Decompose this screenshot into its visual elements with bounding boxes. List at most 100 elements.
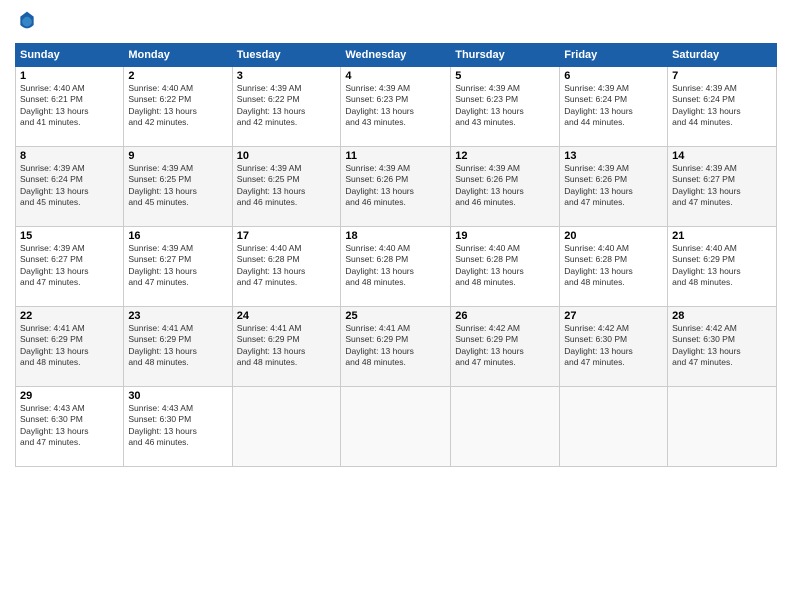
day-number: 15: [20, 230, 119, 242]
calendar-cell: 9Sunrise: 4:39 AMSunset: 6:25 PMDaylight…: [124, 146, 232, 226]
day-number: 1: [20, 70, 119, 82]
day-info: Sunrise: 4:42 AMSunset: 6:30 PMDaylight:…: [564, 323, 663, 369]
day-number: 2: [128, 70, 227, 82]
calendar-cell: 26Sunrise: 4:42 AMSunset: 6:29 PMDayligh…: [451, 306, 560, 386]
day-number: 5: [455, 70, 555, 82]
calendar-cell: 19Sunrise: 4:40 AMSunset: 6:28 PMDayligh…: [451, 226, 560, 306]
day-info: Sunrise: 4:40 AMSunset: 6:28 PMDaylight:…: [564, 243, 663, 289]
day-number: 29: [20, 390, 119, 402]
day-number: 12: [455, 150, 555, 162]
day-number: 7: [672, 70, 772, 82]
calendar-cell: 1Sunrise: 4:40 AMSunset: 6:21 PMDaylight…: [16, 66, 124, 146]
day-number: 13: [564, 150, 663, 162]
day-info: Sunrise: 4:41 AMSunset: 6:29 PMDaylight:…: [20, 323, 119, 369]
day-info: Sunrise: 4:39 AMSunset: 6:23 PMDaylight:…: [345, 83, 446, 129]
day-info: Sunrise: 4:39 AMSunset: 6:25 PMDaylight:…: [128, 163, 227, 209]
calendar-cell: 20Sunrise: 4:40 AMSunset: 6:28 PMDayligh…: [560, 226, 668, 306]
calendar-cell: 17Sunrise: 4:40 AMSunset: 6:28 PMDayligh…: [232, 226, 341, 306]
day-info: Sunrise: 4:39 AMSunset: 6:27 PMDaylight:…: [128, 243, 227, 289]
week-row-5: 29Sunrise: 4:43 AMSunset: 6:30 PMDayligh…: [16, 386, 777, 466]
day-number: 10: [237, 150, 337, 162]
header-thursday: Thursday: [451, 43, 560, 66]
calendar-cell: 23Sunrise: 4:41 AMSunset: 6:29 PMDayligh…: [124, 306, 232, 386]
calendar-cell: 25Sunrise: 4:41 AMSunset: 6:29 PMDayligh…: [341, 306, 451, 386]
day-info: Sunrise: 4:39 AMSunset: 6:27 PMDaylight:…: [672, 163, 772, 209]
day-number: 17: [237, 230, 337, 242]
day-info: Sunrise: 4:39 AMSunset: 6:23 PMDaylight:…: [455, 83, 555, 129]
day-info: Sunrise: 4:40 AMSunset: 6:21 PMDaylight:…: [20, 83, 119, 129]
header-saturday: Saturday: [668, 43, 777, 66]
calendar-cell: 22Sunrise: 4:41 AMSunset: 6:29 PMDayligh…: [16, 306, 124, 386]
day-info: Sunrise: 4:39 AMSunset: 6:22 PMDaylight:…: [237, 83, 337, 129]
calendar-cell: 4Sunrise: 4:39 AMSunset: 6:23 PMDaylight…: [341, 66, 451, 146]
day-info: Sunrise: 4:41 AMSunset: 6:29 PMDaylight:…: [237, 323, 337, 369]
day-number: 22: [20, 310, 119, 322]
day-number: 3: [237, 70, 337, 82]
day-info: Sunrise: 4:42 AMSunset: 6:29 PMDaylight:…: [455, 323, 555, 369]
logo-text: [15, 10, 37, 35]
calendar-header-row: SundayMondayTuesdayWednesdayThursdayFrid…: [16, 43, 777, 66]
calendar-cell: [560, 386, 668, 466]
week-row-3: 15Sunrise: 4:39 AMSunset: 6:27 PMDayligh…: [16, 226, 777, 306]
calendar-cell: 14Sunrise: 4:39 AMSunset: 6:27 PMDayligh…: [668, 146, 777, 226]
calendar-cell: [668, 386, 777, 466]
day-number: 6: [564, 70, 663, 82]
day-number: 19: [455, 230, 555, 242]
day-info: Sunrise: 4:39 AMSunset: 6:26 PMDaylight:…: [455, 163, 555, 209]
day-info: Sunrise: 4:39 AMSunset: 6:24 PMDaylight:…: [20, 163, 119, 209]
day-number: 28: [672, 310, 772, 322]
day-info: Sunrise: 4:40 AMSunset: 6:29 PMDaylight:…: [672, 243, 772, 289]
header-wednesday: Wednesday: [341, 43, 451, 66]
header: [15, 10, 777, 35]
week-row-2: 8Sunrise: 4:39 AMSunset: 6:24 PMDaylight…: [16, 146, 777, 226]
day-number: 24: [237, 310, 337, 322]
calendar-cell: 30Sunrise: 4:43 AMSunset: 6:30 PMDayligh…: [124, 386, 232, 466]
day-number: 23: [128, 310, 227, 322]
day-info: Sunrise: 4:40 AMSunset: 6:28 PMDaylight:…: [455, 243, 555, 289]
day-info: Sunrise: 4:41 AMSunset: 6:29 PMDaylight:…: [345, 323, 446, 369]
calendar-cell: 2Sunrise: 4:40 AMSunset: 6:22 PMDaylight…: [124, 66, 232, 146]
calendar-cell: 8Sunrise: 4:39 AMSunset: 6:24 PMDaylight…: [16, 146, 124, 226]
header-tuesday: Tuesday: [232, 43, 341, 66]
calendar-cell: 3Sunrise: 4:39 AMSunset: 6:22 PMDaylight…: [232, 66, 341, 146]
calendar-cell: 29Sunrise: 4:43 AMSunset: 6:30 PMDayligh…: [16, 386, 124, 466]
calendar-cell: 24Sunrise: 4:41 AMSunset: 6:29 PMDayligh…: [232, 306, 341, 386]
day-number: 16: [128, 230, 227, 242]
calendar-cell: 11Sunrise: 4:39 AMSunset: 6:26 PMDayligh…: [341, 146, 451, 226]
calendar-cell: 21Sunrise: 4:40 AMSunset: 6:29 PMDayligh…: [668, 226, 777, 306]
day-number: 27: [564, 310, 663, 322]
day-number: 18: [345, 230, 446, 242]
day-number: 26: [455, 310, 555, 322]
calendar-cell: 16Sunrise: 4:39 AMSunset: 6:27 PMDayligh…: [124, 226, 232, 306]
week-row-4: 22Sunrise: 4:41 AMSunset: 6:29 PMDayligh…: [16, 306, 777, 386]
day-info: Sunrise: 4:39 AMSunset: 6:26 PMDaylight:…: [564, 163, 663, 209]
day-number: 30: [128, 390, 227, 402]
day-info: Sunrise: 4:40 AMSunset: 6:22 PMDaylight:…: [128, 83, 227, 129]
day-info: Sunrise: 4:39 AMSunset: 6:27 PMDaylight:…: [20, 243, 119, 289]
calendar-cell: 7Sunrise: 4:39 AMSunset: 6:24 PMDaylight…: [668, 66, 777, 146]
day-info: Sunrise: 4:39 AMSunset: 6:26 PMDaylight:…: [345, 163, 446, 209]
week-row-1: 1Sunrise: 4:40 AMSunset: 6:21 PMDaylight…: [16, 66, 777, 146]
day-info: Sunrise: 4:41 AMSunset: 6:29 PMDaylight:…: [128, 323, 227, 369]
day-info: Sunrise: 4:40 AMSunset: 6:28 PMDaylight:…: [237, 243, 337, 289]
day-info: Sunrise: 4:39 AMSunset: 6:24 PMDaylight:…: [564, 83, 663, 129]
calendar-cell: 5Sunrise: 4:39 AMSunset: 6:23 PMDaylight…: [451, 66, 560, 146]
header-sunday: Sunday: [16, 43, 124, 66]
calendar-table: SundayMondayTuesdayWednesdayThursdayFrid…: [15, 43, 777, 467]
day-info: Sunrise: 4:43 AMSunset: 6:30 PMDaylight:…: [20, 403, 119, 449]
calendar-cell: 6Sunrise: 4:39 AMSunset: 6:24 PMDaylight…: [560, 66, 668, 146]
logo: [15, 10, 37, 35]
day-number: 9: [128, 150, 227, 162]
day-number: 20: [564, 230, 663, 242]
calendar-cell: 28Sunrise: 4:42 AMSunset: 6:30 PMDayligh…: [668, 306, 777, 386]
day-number: 25: [345, 310, 446, 322]
calendar-cell: [232, 386, 341, 466]
calendar-cell: 18Sunrise: 4:40 AMSunset: 6:28 PMDayligh…: [341, 226, 451, 306]
day-info: Sunrise: 4:39 AMSunset: 6:24 PMDaylight:…: [672, 83, 772, 129]
logo-icon: [17, 10, 37, 30]
day-number: 4: [345, 70, 446, 82]
calendar-cell: 27Sunrise: 4:42 AMSunset: 6:30 PMDayligh…: [560, 306, 668, 386]
calendar-cell: 10Sunrise: 4:39 AMSunset: 6:25 PMDayligh…: [232, 146, 341, 226]
day-number: 21: [672, 230, 772, 242]
calendar-cell: 13Sunrise: 4:39 AMSunset: 6:26 PMDayligh…: [560, 146, 668, 226]
